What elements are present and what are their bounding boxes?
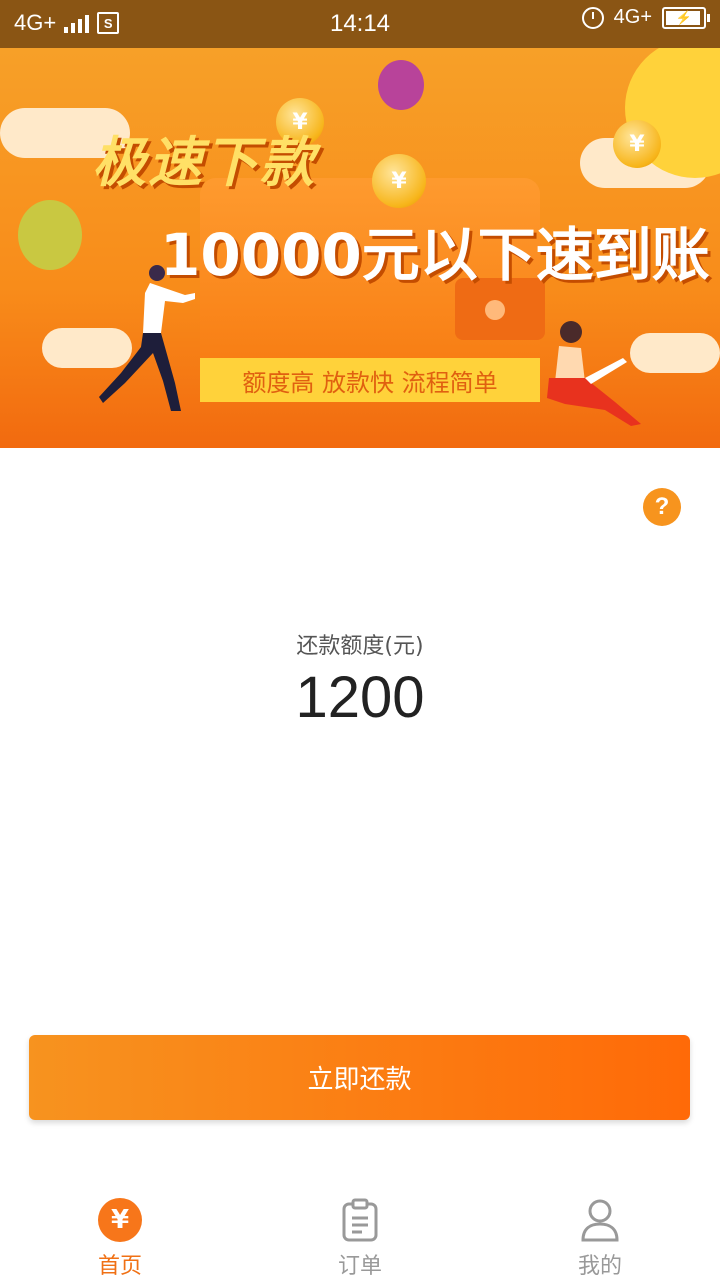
- banner-slogan: 额度高 放款快 流程简单: [200, 358, 540, 402]
- clipboard-icon: [338, 1198, 382, 1242]
- tab-profile[interactable]: 我的: [480, 1180, 720, 1280]
- repay-now-button[interactable]: 立即还款: [29, 1035, 690, 1120]
- sitting-woman-illustration: [547, 321, 641, 426]
- ball-decoration: [378, 60, 424, 110]
- pushing-man-illustration: [99, 265, 195, 411]
- banner-headline: 极速下款: [92, 131, 316, 194]
- tab-home[interactable]: ¥ 首页: [0, 1180, 240, 1280]
- banner-subheadline: 10000元以下速到账: [160, 221, 710, 289]
- network-type-right: 4G+: [613, 6, 652, 28]
- coin-icon: ¥: [613, 120, 661, 168]
- tab-orders-label: 订单: [337, 1254, 382, 1279]
- repayment-amount-value: 1200: [295, 665, 425, 730]
- ball-decoration: [18, 200, 82, 270]
- bottom-tab-bar: ¥ 首页 订单 我的: [0, 1180, 720, 1280]
- promo-banner[interactable]: ¥ ¥ ¥ 极速下款 10000元以下速到账 额度高 放款快 流程简单: [0, 48, 720, 448]
- battery-icon: ⚡: [662, 6, 710, 29]
- tab-orders[interactable]: 订单: [240, 1180, 480, 1280]
- status-bar: 4G+ S 14:14 4G+ ⚡: [0, 0, 720, 48]
- yen-icon: ¥: [98, 1198, 142, 1242]
- repayment-amount-label: 还款额度(元): [296, 634, 424, 659]
- alarm-icon: [581, 6, 604, 29]
- coin-icon: ¥: [372, 154, 426, 208]
- help-icon[interactable]: ?: [643, 488, 681, 526]
- status-right: 4G+ ⚡: [581, 6, 710, 29]
- user-icon: [578, 1198, 622, 1242]
- tab-home-label: 首页: [97, 1254, 142, 1279]
- tab-profile-label: 我的: [577, 1254, 622, 1279]
